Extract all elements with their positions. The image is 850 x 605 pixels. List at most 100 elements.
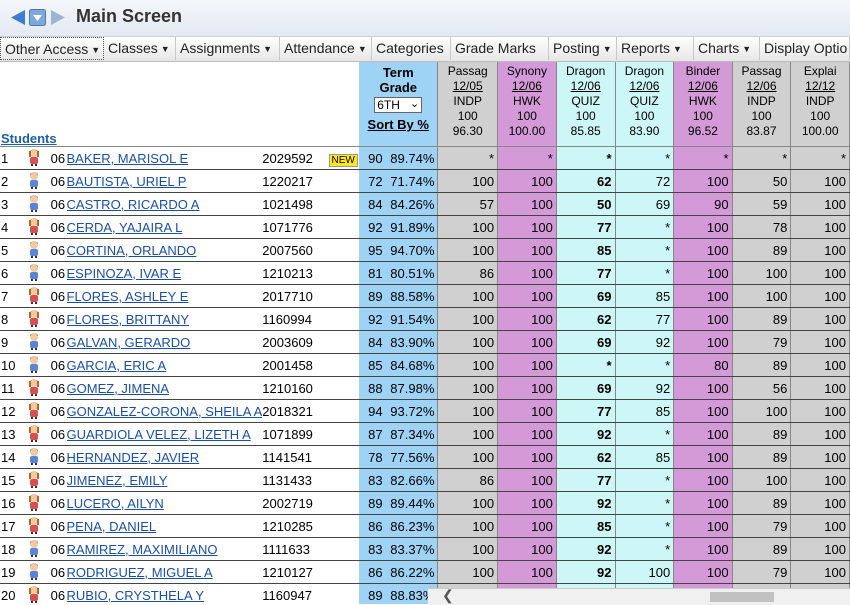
score-cell[interactable]: 100: [732, 261, 792, 285]
student-name-link[interactable]: RODRIGUEZ, MIGUEL A: [67, 565, 213, 580]
girl-avatar-icon[interactable]: [19, 376, 49, 400]
boy-avatar-icon[interactable]: [19, 261, 49, 285]
boy-avatar-icon[interactable]: [19, 537, 49, 561]
score-cell[interactable]: 100: [497, 330, 557, 354]
score-cell[interactable]: 100: [790, 353, 850, 377]
dropdown-menu-icon[interactable]: [29, 9, 46, 26]
score-cell[interactable]: 100: [673, 491, 733, 515]
girl-avatar-icon[interactable]: [19, 399, 49, 423]
score-cell[interactable]: 100: [437, 514, 499, 538]
score-cell[interactable]: 100: [790, 399, 850, 423]
score-cell[interactable]: *: [615, 468, 675, 492]
assignment-name[interactable]: Explai: [791, 64, 848, 79]
student-name-link[interactable]: FLORES, ASHLEY E: [67, 289, 189, 304]
score-cell[interactable]: 100: [673, 468, 733, 492]
boy-avatar-icon[interactable]: [19, 169, 49, 193]
assignment-name[interactable]: Binder: [674, 64, 731, 79]
score-cell[interactable]: *: [732, 146, 792, 170]
assignment-header[interactable]: Synony 12/06 HWK 100 100.00: [497, 62, 557, 147]
menu-attendance[interactable]: Attendance ▼: [280, 37, 372, 60]
assignment-header[interactable]: Explai 12/12 INDP 100 100.00: [790, 62, 850, 147]
score-cell[interactable]: 85: [615, 399, 675, 423]
score-cell[interactable]: 100: [497, 238, 557, 262]
score-cell[interactable]: 100: [673, 560, 733, 584]
score-cell[interactable]: 77: [556, 468, 616, 492]
score-cell[interactable]: 69: [556, 376, 616, 400]
student-name-link[interactable]: FLORES, BRITTANY: [67, 312, 190, 327]
student-name-link[interactable]: CERDA, YAJAIRA L: [67, 220, 183, 235]
boy-avatar-icon[interactable]: [19, 445, 49, 469]
assignment-name[interactable]: Dragon: [557, 64, 614, 79]
score-cell[interactable]: 100: [437, 330, 499, 354]
score-cell[interactable]: 69: [556, 284, 616, 308]
boy-avatar-icon[interactable]: [19, 560, 49, 584]
score-cell[interactable]: 100: [790, 491, 850, 515]
score-cell[interactable]: 79: [732, 560, 792, 584]
assignment-name[interactable]: Synony: [498, 64, 555, 79]
girl-avatar-icon[interactable]: [19, 491, 49, 515]
score-cell[interactable]: 100: [437, 238, 499, 262]
score-cell[interactable]: 100: [497, 468, 557, 492]
student-name-link[interactable]: RUBIO, CRYSTHELA Y: [67, 588, 205, 603]
score-cell[interactable]: 69: [556, 330, 616, 354]
score-cell[interactable]: 100: [497, 192, 557, 216]
score-cell[interactable]: 100: [790, 169, 850, 193]
score-cell[interactable]: 100: [790, 376, 850, 400]
score-cell[interactable]: 89: [732, 445, 792, 469]
score-cell[interactable]: 62: [556, 169, 616, 193]
score-cell[interactable]: 92: [556, 491, 616, 515]
assignment-name[interactable]: Passag: [438, 64, 496, 79]
girl-avatar-icon[interactable]: [19, 307, 49, 331]
score-cell[interactable]: 89: [732, 307, 792, 331]
menu-reports[interactable]: Reports ▼: [617, 37, 694, 60]
assignment-header[interactable]: Passag 12/06 INDP 100 83.87: [732, 62, 792, 147]
score-cell[interactable]: 100: [497, 284, 557, 308]
boy-avatar-icon[interactable]: [19, 353, 49, 377]
score-cell[interactable]: 100: [673, 307, 733, 331]
score-cell[interactable]: *: [437, 146, 499, 170]
score-cell[interactable]: 100: [673, 445, 733, 469]
score-cell[interactable]: 100: [732, 399, 792, 423]
score-cell[interactable]: 100: [790, 261, 850, 285]
menu-grade-marks[interactable]: Grade Marks: [451, 37, 549, 60]
score-cell[interactable]: 89: [732, 537, 792, 561]
score-cell[interactable]: *: [615, 491, 675, 515]
menu-classes[interactable]: Classes ▼: [104, 37, 176, 60]
score-cell[interactable]: *: [615, 514, 675, 538]
assignment-header[interactable]: Passag 12/05 INDP 100 96.30: [437, 62, 499, 147]
score-cell[interactable]: 100: [732, 284, 792, 308]
score-cell[interactable]: 100: [437, 215, 499, 239]
boy-avatar-icon[interactable]: [19, 238, 49, 262]
score-cell[interactable]: 100: [497, 215, 557, 239]
score-cell[interactable]: 77: [556, 261, 616, 285]
score-cell[interactable]: 100: [497, 261, 557, 285]
score-cell[interactable]: 89: [732, 353, 792, 377]
back-arrow-icon[interactable]: [10, 9, 26, 26]
score-cell[interactable]: 100: [732, 468, 792, 492]
assignment-name[interactable]: Passag: [733, 64, 790, 79]
score-cell[interactable]: 100: [497, 422, 557, 446]
score-cell[interactable]: 100: [790, 215, 850, 239]
girl-avatar-icon[interactable]: [19, 146, 49, 170]
score-cell[interactable]: 89: [732, 422, 792, 446]
score-cell[interactable]: 90: [673, 192, 733, 216]
menu-display-optio[interactable]: Display Optio: [760, 37, 850, 60]
score-cell[interactable]: *: [615, 261, 675, 285]
scroll-thumb[interactable]: [710, 592, 774, 602]
girl-avatar-icon[interactable]: [19, 215, 49, 239]
score-cell[interactable]: 100: [790, 238, 850, 262]
score-cell[interactable]: 85: [556, 514, 616, 538]
student-name-link[interactable]: CORTINA, ORLANDO: [67, 243, 197, 258]
student-name-link[interactable]: BAUTISTA, URIEL P: [67, 174, 187, 189]
score-cell[interactable]: 100: [497, 376, 557, 400]
score-cell[interactable]: 100: [673, 215, 733, 239]
score-cell[interactable]: 79: [732, 330, 792, 354]
score-cell[interactable]: 100: [497, 560, 557, 584]
score-cell[interactable]: *: [673, 146, 733, 170]
score-cell[interactable]: 100: [497, 307, 557, 331]
student-name-link[interactable]: GARCIA, ERIC A: [67, 358, 167, 373]
score-cell[interactable]: 79: [732, 514, 792, 538]
score-cell[interactable]: 100: [437, 537, 499, 561]
score-cell[interactable]: 100: [790, 514, 850, 538]
score-cell[interactable]: 100: [497, 353, 557, 377]
